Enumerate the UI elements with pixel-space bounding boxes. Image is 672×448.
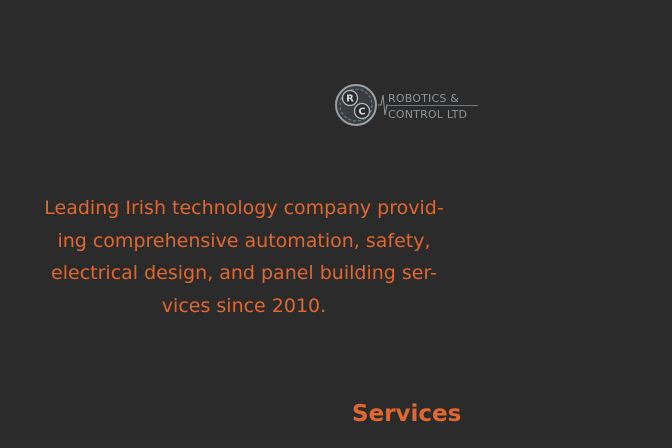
tagline-line-1: Leading Irish technology company provid- (44, 197, 444, 219)
services-heading: Services (352, 401, 462, 427)
logo-name-line2: CONTROL LTD (388, 108, 468, 121)
logo-monogram-r: R (346, 94, 354, 105)
page: R C ROBOTICS & CONTROL LTD Leading Irish… (0, 0, 672, 448)
logo-monogram-c: C (358, 107, 365, 118)
hero-tagline: Leading Irish technology company provid-… (24, 192, 464, 322)
logo-divider (388, 105, 478, 106)
tagline-line-2: ing comprehensive automation, safety, (57, 229, 431, 252)
company-logo[interactable]: R C ROBOTICS & CONTROL LTD (334, 83, 480, 127)
logo-name-line1: ROBOTICS & (388, 92, 460, 105)
gear-circuit-logo-icon: R C (335, 84, 377, 126)
tagline-line-3: electrical design, and panel building se… (51, 262, 437, 284)
logo-wordmark: ROBOTICS & CONTROL LTD (388, 92, 467, 122)
pulse-line-icon (378, 94, 388, 116)
tagline-line-4: vices since 2010. (161, 294, 327, 317)
